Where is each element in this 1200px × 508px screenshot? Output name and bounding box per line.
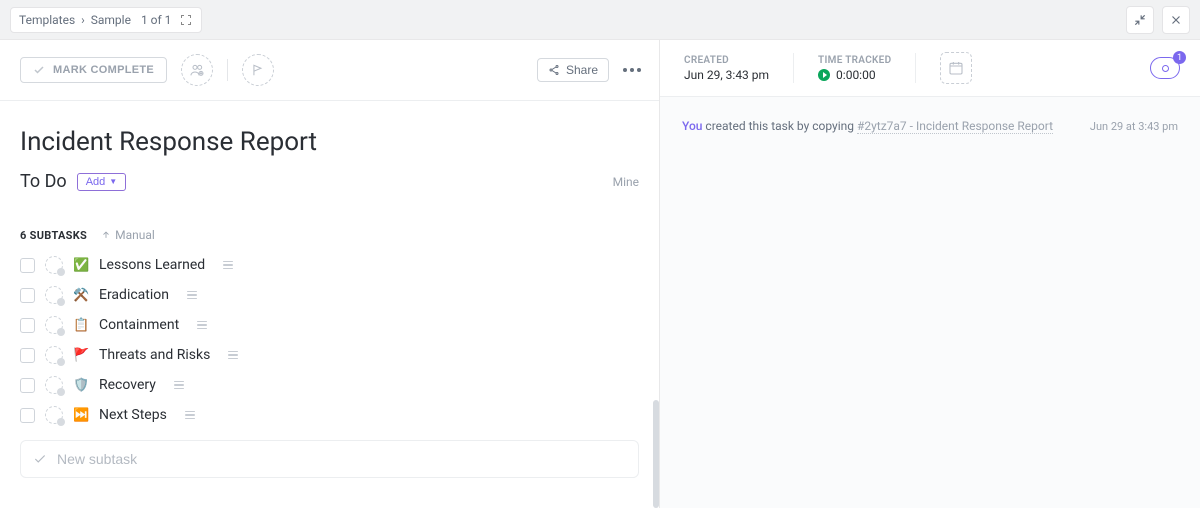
time-tracked-block: TIME TRACKED 0:00:00 xyxy=(818,55,891,82)
assignee-placeholder-icon[interactable] xyxy=(45,406,63,424)
scrollbar[interactable] xyxy=(653,400,659,508)
subtask-menu-icon[interactable] xyxy=(187,291,197,300)
subtask-row[interactable]: 🛡️ Recovery xyxy=(20,370,647,400)
expand-icon[interactable] xyxy=(179,13,193,27)
close-button[interactable] xyxy=(1162,6,1190,34)
breadcrumb[interactable]: Templates › Sample 1 of 1 xyxy=(10,7,202,33)
topbar-actions xyxy=(1126,6,1190,34)
subtask-menu-icon[interactable] xyxy=(197,321,207,330)
activity-actor: You xyxy=(682,119,702,133)
activity-entry: You created this task by copying #2ytz7a… xyxy=(682,119,1178,133)
assignee-placeholder-icon[interactable] xyxy=(45,286,63,304)
task-status[interactable]: To Do xyxy=(20,171,67,192)
add-button[interactable]: Add ▼ xyxy=(77,173,127,191)
subtask-checkbox[interactable] xyxy=(20,258,35,273)
assignee-placeholder-icon[interactable] xyxy=(45,376,63,394)
subtask-checkbox[interactable] xyxy=(20,348,35,363)
watchers-button[interactable]: 1 xyxy=(1150,57,1180,79)
chevron-right-icon: › xyxy=(81,13,85,27)
activity-time: Jun 29 at 3:43 pm xyxy=(1090,120,1178,133)
subtask-checkbox[interactable] xyxy=(20,318,35,333)
created-block: CREATED Jun 29, 3:43 pm xyxy=(684,55,769,82)
divider xyxy=(915,53,916,83)
subtasks-count: 6 SUBTASKS xyxy=(20,229,87,242)
subtask-menu-icon[interactable] xyxy=(174,381,184,390)
share-button[interactable]: Share xyxy=(537,58,609,82)
activity-pane: CREATED Jun 29, 3:43 pm TIME TRACKED 0:0… xyxy=(660,40,1200,508)
subtask-row[interactable]: ⚒️ Eradication xyxy=(20,280,647,310)
task-pane: MARK COMPLETE Share Incident Response xyxy=(0,40,660,508)
new-subtask-input-row[interactable] xyxy=(20,440,639,478)
task-title[interactable]: Incident Response Report xyxy=(20,127,639,157)
activity-feed: You created this task by copying #2ytz7a… xyxy=(660,97,1200,508)
tracked-label: TIME TRACKED xyxy=(818,55,891,66)
assignee-placeholder-icon[interactable] xyxy=(45,256,63,274)
meta-toolbar: CREATED Jun 29, 3:43 pm TIME TRACKED 0:0… xyxy=(660,40,1200,97)
subtask-title[interactable]: Lessons Learned xyxy=(99,257,205,273)
minimize-button[interactable] xyxy=(1126,6,1154,34)
priority-placeholder[interactable] xyxy=(242,54,274,86)
mark-complete-label: MARK COMPLETE xyxy=(53,64,154,76)
breadcrumb-current[interactable]: Sample xyxy=(91,13,131,27)
subtask-menu-icon[interactable] xyxy=(228,351,238,360)
subtask-emoji: 📋 xyxy=(73,318,89,333)
subtask-emoji: ⏭️ xyxy=(73,408,89,423)
topbar: Templates › Sample 1 of 1 xyxy=(0,0,1200,40)
subtask-row[interactable]: 📋 Containment xyxy=(20,310,647,340)
created-value: Jun 29, 3:43 pm xyxy=(684,68,769,82)
activity-text: created this task by copying xyxy=(702,119,857,133)
subtask-checkbox[interactable] xyxy=(20,408,35,423)
subtask-title[interactable]: Recovery xyxy=(99,377,156,393)
subtask-emoji: 🚩 xyxy=(73,348,89,363)
more-menu[interactable] xyxy=(623,68,641,72)
subtask-checkbox[interactable] xyxy=(20,288,35,303)
subtask-menu-icon[interactable] xyxy=(185,411,195,420)
assignee-placeholder-icon[interactable] xyxy=(45,346,63,364)
subtask-emoji: 🛡️ xyxy=(73,378,89,393)
breadcrumb-counter: 1 of 1 xyxy=(141,13,171,27)
assignee-placeholder-icon[interactable] xyxy=(45,316,63,334)
subtask-menu-icon[interactable] xyxy=(223,261,233,270)
tracked-value: 0:00:00 xyxy=(836,68,876,82)
created-label: CREATED xyxy=(684,55,769,66)
subtask-title[interactable]: Eradication xyxy=(99,287,169,303)
chevron-down-icon: ▼ xyxy=(109,177,117,186)
subtask-row[interactable]: 🚩 Threats and Risks xyxy=(20,340,647,370)
due-date-placeholder[interactable] xyxy=(940,52,972,84)
breadcrumb-root[interactable]: Templates xyxy=(19,13,75,27)
subtask-emoji: ✅ xyxy=(73,258,89,273)
subtask-row[interactable]: ⏭️ Next Steps xyxy=(20,400,647,430)
play-icon[interactable] xyxy=(818,69,830,81)
add-label: Add xyxy=(86,176,106,188)
sort-mode[interactable]: Manual xyxy=(101,228,155,242)
subtask-title[interactable]: Threats and Risks xyxy=(99,347,210,363)
subtask-title[interactable]: Containment xyxy=(99,317,179,333)
watchers-count: 1 xyxy=(1173,51,1186,64)
subtask-list: ✅ Lessons Learned ⚒️ Eradication 📋 Containmen… xyxy=(0,250,659,430)
share-label: Share xyxy=(566,63,598,77)
subtask-row[interactable]: ✅ Lessons Learned xyxy=(20,250,647,280)
divider xyxy=(793,53,794,83)
task-toolbar: MARK COMPLETE Share xyxy=(0,40,659,101)
sort-label: Manual xyxy=(115,228,155,242)
divider xyxy=(227,59,228,81)
new-subtask-input[interactable] xyxy=(57,451,626,467)
subtask-title[interactable]: Next Steps xyxy=(99,407,167,423)
assignee-placeholder[interactable] xyxy=(181,54,213,86)
subtask-checkbox[interactable] xyxy=(20,378,35,393)
mark-complete-button[interactable]: MARK COMPLETE xyxy=(20,57,167,83)
mine-toggle[interactable]: Mine xyxy=(613,175,639,189)
activity-link[interactable]: #2ytz7a7 - Incident Response Report xyxy=(857,119,1053,134)
subtask-emoji: ⚒️ xyxy=(73,288,89,303)
